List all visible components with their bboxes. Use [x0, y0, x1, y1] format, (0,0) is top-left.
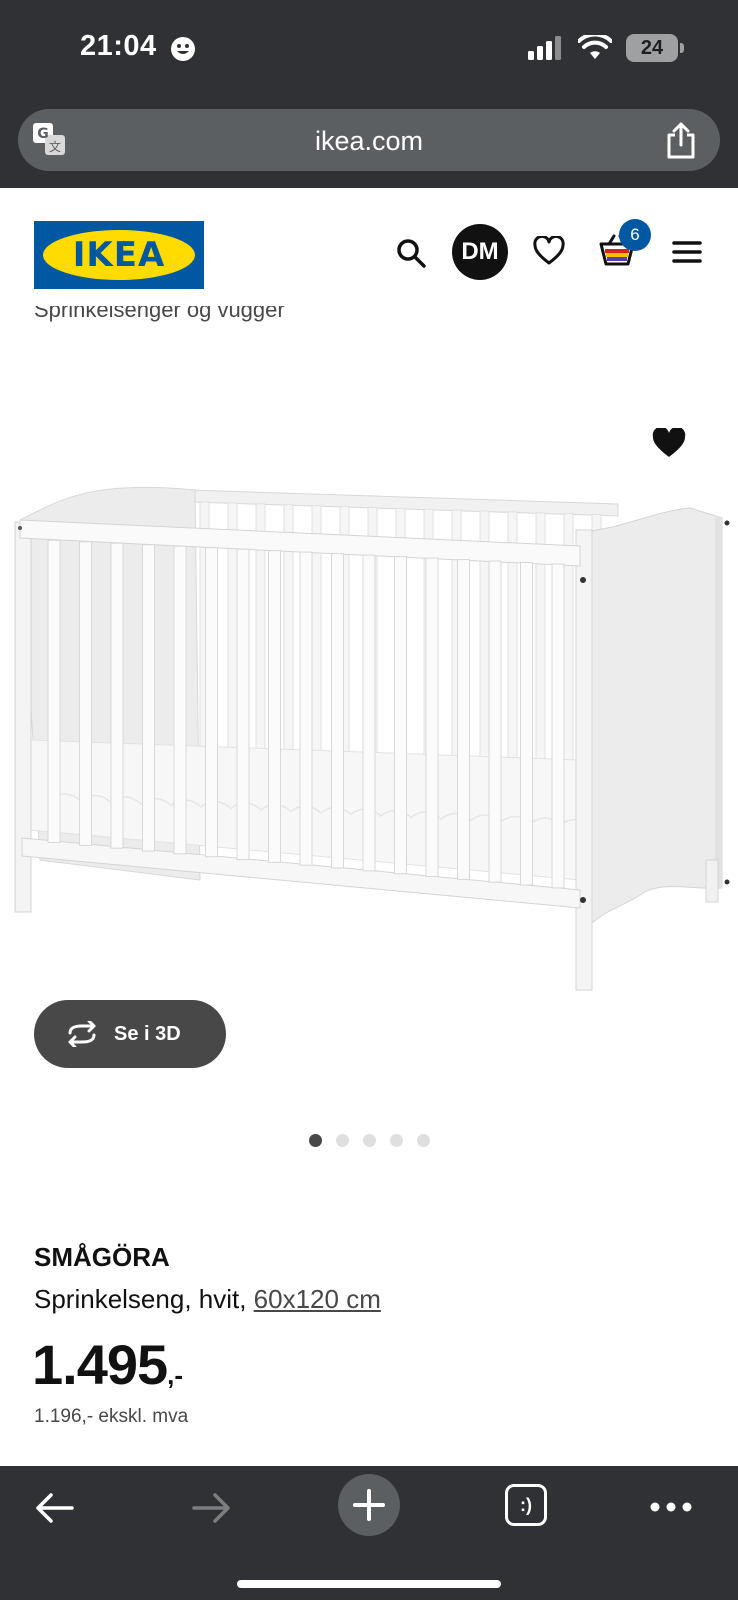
search-icon[interactable]: [396, 238, 426, 268]
menu-icon[interactable]: [672, 240, 702, 264]
favorite-heart-icon[interactable]: [652, 428, 686, 458]
product-description: Sprinkelseng, hvit, 60x120 cm: [34, 1284, 381, 1315]
logo-text: IKEA: [72, 235, 166, 275]
more-icon[interactable]: [650, 1502, 692, 1512]
battery-indicator: 24: [626, 34, 684, 62]
logo-oval: IKEA: [43, 230, 195, 280]
gallery-dot[interactable]: [308, 1134, 322, 1147]
gallery-dot[interactable]: [335, 1134, 349, 1147]
url-text[interactable]: ikea.com: [18, 126, 720, 157]
gallery-dot[interactable]: [389, 1134, 403, 1147]
avatar[interactable]: DM: [452, 224, 508, 280]
wifi-icon: [578, 35, 612, 59]
share-icon[interactable]: [664, 121, 698, 159]
back-arrow-icon[interactable]: [34, 1492, 74, 1524]
status-indicators: 24: [528, 34, 684, 62]
product-description-text: Sprinkelseng, hvit,: [34, 1284, 254, 1314]
address-bar[interactable]: G 文 ikea.com: [18, 109, 720, 171]
cart-count-badge: 6: [619, 219, 651, 251]
emoji-face-icon: [171, 37, 195, 61]
breadcrumb[interactable]: Sprinkelsenger og vugger: [34, 306, 285, 324]
product-price: 1.495,-: [32, 1332, 183, 1397]
view-3d-label: Se i 3D: [114, 1022, 181, 1045]
new-tab-button[interactable]: [338, 1474, 400, 1536]
price-suffix: ,-: [167, 1360, 184, 1390]
gallery-dot[interactable]: [416, 1134, 430, 1147]
product-size-link[interactable]: 60x120 cm: [254, 1284, 381, 1314]
signal-icon: [528, 36, 561, 60]
gallery-pagination: [0, 1134, 738, 1147]
product-image[interactable]: [0, 420, 738, 1030]
home-indicator: [237, 1580, 501, 1588]
browser-bottom-bar: :): [0, 1466, 738, 1600]
plus-icon: [353, 1489, 385, 1521]
price-excl-vat: 1.196,- ekskl. mva: [34, 1406, 189, 1427]
tabs-button[interactable]: :): [505, 1484, 547, 1526]
site-header: IKEA DM 6: [0, 188, 738, 320]
forward-arrow-icon[interactable]: [192, 1492, 232, 1524]
view-3d-button[interactable]: Se i 3D: [34, 1000, 226, 1068]
status-time: 21:04: [80, 30, 157, 62]
product-name: SMÅGÖRA: [34, 1242, 170, 1272]
gallery-dot[interactable]: [362, 1134, 376, 1147]
browser-top-bar: 21:04 24 G 文 ikea.com: [0, 0, 738, 188]
price-value: 1.495: [32, 1333, 168, 1396]
ikea-logo[interactable]: IKEA: [34, 221, 204, 289]
heart-icon[interactable]: [533, 236, 565, 266]
rotate-3d-icon: [68, 1021, 96, 1047]
